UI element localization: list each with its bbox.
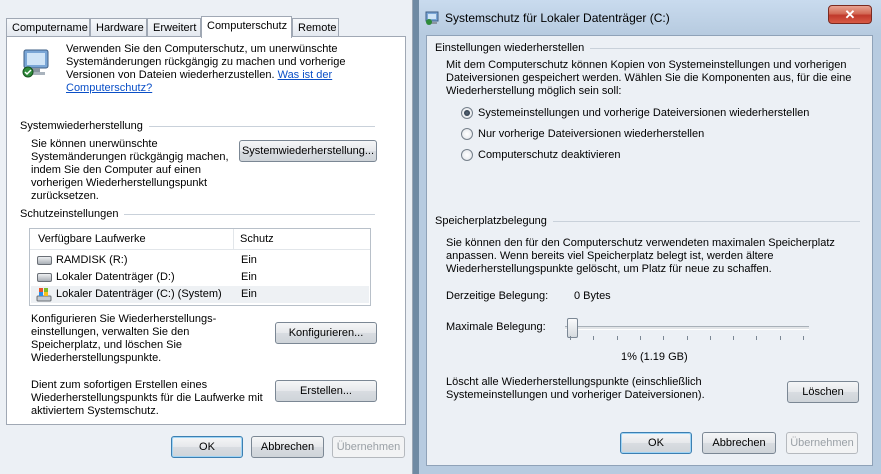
column-available-drives[interactable]: Verfügbare Laufwerke xyxy=(38,233,146,245)
radio-restore-all[interactable]: Systemeinstellungen und vorherige Dateiv… xyxy=(461,107,809,119)
section-divider xyxy=(552,220,860,222)
protection-section-header: Schutzeinstellungen xyxy=(20,208,375,220)
slider-tick xyxy=(756,336,758,340)
dialog-title: Systemschutz für Lokaler Datenträger (C:… xyxy=(445,11,670,25)
delete-button[interactable]: Löschen xyxy=(787,381,859,403)
restore-description: Sie können unerwünschte Systemänderungen… xyxy=(31,138,229,202)
slider-tick xyxy=(779,336,781,340)
restore-settings-header: Einstellungen wiederherstellen xyxy=(435,42,860,54)
restore-section-header: Systemwiederherstellung xyxy=(20,120,375,132)
drive-name: Lokaler Datenträger (D:) xyxy=(56,271,175,283)
radio-indicator xyxy=(461,149,473,161)
drives-list-header: Verfügbare Laufwerke Schutz xyxy=(30,229,370,250)
ok-button[interactable]: OK xyxy=(620,432,692,454)
tab-remote[interactable]: Remote xyxy=(292,18,339,37)
slider-tick xyxy=(593,336,595,340)
slider-tick xyxy=(639,336,641,340)
restore-section-title: Systemwiederherstellung xyxy=(20,120,143,132)
close-button[interactable]: ✕ xyxy=(828,5,872,24)
drive-name: RAMDISK (R:) xyxy=(56,254,128,266)
drive-protection-state: Ein xyxy=(241,271,257,283)
column-separator xyxy=(233,229,234,250)
tab-row: Computername Hardware Erweitert Computer… xyxy=(6,16,346,38)
cancel-button[interactable]: Abbrechen xyxy=(251,436,324,458)
radio-selected-indicator xyxy=(461,107,473,119)
apply-button[interactable]: Übernehmen xyxy=(332,436,405,458)
drive-name: Lokaler Datenträger (C:) (System) xyxy=(56,288,222,300)
create-button[interactable]: Erstellen... xyxy=(275,380,377,402)
radio-label: Nur vorherige Dateiversionen wiederherst… xyxy=(478,128,705,140)
system-protection-drive-dialog: Systemschutz für Lokaler Datenträger (C:… xyxy=(419,0,881,474)
disk-usage-description: Sie können den für den Computerschutz ve… xyxy=(446,237,835,275)
drive-icon xyxy=(37,256,52,265)
max-usage-label: Maximale Belegung: xyxy=(446,321,546,333)
slider-tick xyxy=(616,336,618,340)
drive-protection-state: Ein xyxy=(241,254,257,266)
system-protection-icon xyxy=(425,10,441,26)
windows-drive-icon xyxy=(36,287,52,302)
system-protection-icon xyxy=(18,46,54,82)
drive-row-d[interactable]: Lokaler Datenträger (D:) Ein xyxy=(31,269,369,286)
create-description: Dient zum sofortigen Erstellen eines Wie… xyxy=(31,379,263,417)
configure-button[interactable]: Konfigurieren... xyxy=(275,322,377,344)
intro-text: Verwenden Sie den Computerschutz, um une… xyxy=(66,43,366,95)
restore-settings-description: Mit dem Computerschutz können Kopien von… xyxy=(446,59,852,97)
slider-tick xyxy=(570,336,571,340)
delete-description: Löscht alle Wiederherstellungspunkte (ei… xyxy=(446,376,705,401)
max-usage-slider-thumb[interactable] xyxy=(567,318,579,338)
max-usage-value: 1% (1.19 GB) xyxy=(621,351,688,363)
radio-restore-files-only[interactable]: Nur vorherige Dateiversionen wiederherst… xyxy=(461,128,704,140)
disk-usage-title: Speicherplatzbelegung xyxy=(435,215,547,227)
tab-hardware[interactable]: Hardware xyxy=(90,18,147,37)
system-properties-dialog: Computername Hardware Erweitert Computer… xyxy=(0,0,413,474)
radio-label: Computerschutz deaktivieren xyxy=(478,149,621,161)
radio-indicator xyxy=(461,128,473,140)
cancel-button[interactable]: Abbrechen xyxy=(702,432,776,454)
slider-tick xyxy=(686,336,688,340)
drive-row-c-system[interactable]: Lokaler Datenträger (C:) (System) Ein xyxy=(31,286,369,303)
drive-row-ramdisk[interactable]: RAMDISK (R:) Ein xyxy=(31,252,369,269)
section-divider xyxy=(148,125,375,127)
radio-label: Systemeinstellungen und vorherige Dateiv… xyxy=(478,107,810,119)
restore-settings-title: Einstellungen wiederherstellen xyxy=(435,42,585,54)
configure-description: Konfigurieren Sie Wiederherstellungs-ein… xyxy=(31,313,217,364)
disk-usage-header: Speicherplatzbelegung xyxy=(435,215,860,227)
protection-section-title: Schutzeinstellungen xyxy=(20,208,119,220)
drives-list: Verfügbare Laufwerke Schutz RAMDISK (R:)… xyxy=(29,228,371,306)
ok-button[interactable]: OK xyxy=(171,436,243,458)
current-usage-value: 0 Bytes xyxy=(574,290,611,302)
system-restore-button[interactable]: Systemwiederherstellung... xyxy=(239,140,377,162)
max-usage-slider-track[interactable] xyxy=(565,326,809,330)
column-protection[interactable]: Schutz xyxy=(240,233,274,245)
apply-button[interactable]: Übernehmen xyxy=(786,432,858,454)
close-icon: ✕ xyxy=(844,7,856,22)
drive-protection-state: Ein xyxy=(241,288,257,300)
current-usage-label: Derzeitige Belegung: xyxy=(446,290,549,302)
section-divider xyxy=(124,213,375,215)
slider-tick xyxy=(803,336,804,340)
tab-computerschutz[interactable]: Computerschutz xyxy=(201,16,292,38)
section-divider xyxy=(590,47,860,49)
slider-tick xyxy=(733,336,735,340)
tab-erweitert[interactable]: Erweitert xyxy=(147,18,201,37)
slider-tick xyxy=(663,336,665,340)
radio-disable-protection[interactable]: Computerschutz deaktivieren xyxy=(461,149,620,161)
drive-icon xyxy=(37,273,52,282)
tab-computername[interactable]: Computername xyxy=(6,18,90,37)
slider-tick xyxy=(709,336,711,340)
